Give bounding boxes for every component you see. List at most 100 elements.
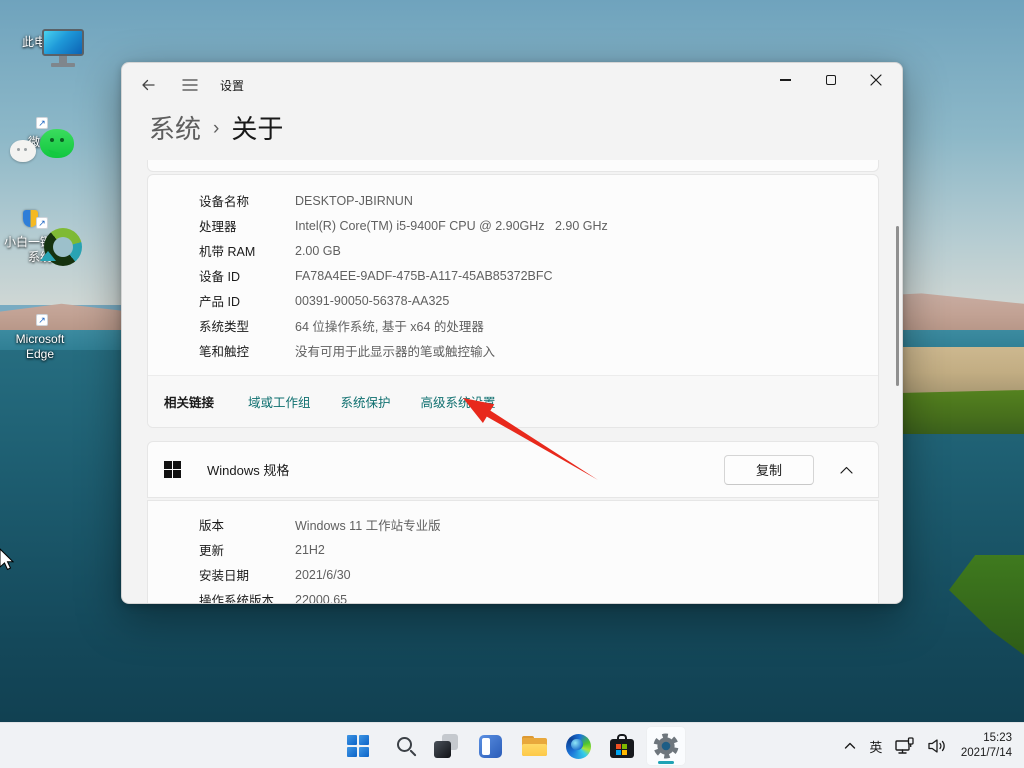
spec-label: 设备名称 — [199, 191, 295, 210]
network-button[interactable] — [889, 726, 921, 766]
back-arrow-icon — [140, 77, 156, 93]
windows-spec-rows-card: 版本Windows 11 工作站专业版 更新21H2 安装日期2021/6/30… — [147, 500, 879, 604]
maximize-button[interactable] — [808, 65, 853, 95]
active-app-indicator — [658, 761, 674, 764]
breadcrumb-separator-icon: › — [213, 115, 219, 140]
speaker-icon — [926, 736, 948, 756]
spec-value: FA78A4EE-9ADF-475B-A117-45AB85372BFC — [295, 269, 553, 283]
spec-row: 操作系统版本22000.65 — [148, 587, 878, 604]
task-view-button[interactable] — [426, 726, 466, 766]
windows-start-icon — [347, 735, 369, 757]
spec-value: 2.00 GB — [295, 244, 341, 258]
edge-button[interactable] — [558, 726, 598, 766]
spec-value: 00391-90050-56378-AA325 — [295, 294, 449, 308]
related-links-label: 相关链接 — [164, 392, 214, 411]
mouse-cursor — [0, 548, 16, 572]
settings-window: 设置 系统 › 关于 设备名称DESKTOP-JBIRNUN 处理器Intel(… — [121, 62, 903, 604]
minimize-button[interactable] — [763, 65, 808, 95]
desktop-icon-wechat[interactable]: ↗ 微信 — [0, 114, 80, 150]
maximize-icon — [826, 75, 836, 85]
collapse-expander-button[interactable] — [829, 455, 863, 485]
link-advanced-system-settings[interactable]: 高级系统设置 — [421, 392, 496, 411]
spec-row: 更新21H2 — [148, 537, 878, 562]
store-button[interactable] — [602, 726, 642, 766]
desktop-icon-this-pc[interactable]: 此电脑 — [0, 14, 80, 50]
spec-row: 产品 ID00391-90050-56378-AA325 — [148, 288, 878, 313]
page-title: 关于 — [231, 109, 283, 146]
hidden-icons-button[interactable] — [837, 726, 863, 766]
spec-label: 产品 ID — [199, 291, 295, 310]
date-label: 2021/7/14 — [961, 746, 1012, 761]
spec-label: 操作系统版本 — [199, 590, 295, 604]
spec-label: 机带 RAM — [199, 241, 295, 260]
link-domain-or-workgroup[interactable]: 域或工作组 — [248, 392, 311, 411]
navigation-menu-button[interactable] — [174, 72, 206, 98]
folder-icon — [522, 736, 547, 756]
titlebar: 设置 — [122, 63, 902, 105]
shortcut-arrow-icon: ↗ — [36, 217, 48, 229]
volume-button[interactable] — [921, 726, 953, 766]
file-explorer-button[interactable] — [514, 726, 554, 766]
spec-label: 处理器 — [199, 216, 295, 235]
spec-label: 笔和触控 — [199, 341, 295, 360]
widgets-icon — [479, 735, 502, 758]
breadcrumb-section[interactable]: 系统 — [149, 109, 201, 146]
link-system-protection[interactable]: 系统保护 — [341, 392, 391, 411]
spec-row: 笔和触控没有可用于此显示器的笔或触控输入 — [148, 338, 878, 363]
shortcut-arrow-icon: ↗ — [36, 117, 48, 129]
widgets-button[interactable] — [470, 726, 510, 766]
device-specs-card: 设备名称DESKTOP-JBIRNUN 处理器Intel(R) Core(TM)… — [147, 174, 879, 428]
settings-gear-icon — [652, 732, 680, 760]
ime-indicator[interactable]: 英 — [863, 726, 889, 766]
spec-row: 版本Windows 11 工作站专业版 — [148, 512, 878, 537]
spec-label: 更新 — [199, 540, 295, 559]
chevron-up-icon — [843, 739, 857, 753]
spec-row: 安装日期2021/6/30 — [148, 562, 878, 587]
hamburger-icon — [182, 78, 198, 92]
spec-value: Windows 11 工作站专业版 — [295, 515, 441, 534]
window-scrollbar[interactable] — [896, 226, 899, 386]
about-content: 设备名称DESKTOP-JBIRNUN 处理器Intel(R) Core(TM)… — [147, 160, 879, 604]
spec-value: 2021/6/30 — [295, 568, 351, 582]
spec-label: 系统类型 — [199, 316, 295, 335]
spec-value: 没有可用于此显示器的笔或触控输入 — [295, 341, 495, 360]
start-button[interactable] — [338, 726, 378, 766]
minimize-icon — [780, 79, 791, 80]
related-links-row: 相关链接 域或工作组 系统保护 高级系统设置 — [148, 375, 878, 427]
spec-row: 处理器Intel(R) Core(TM) i5-9400F CPU @ 2.90… — [148, 213, 878, 238]
edge-icon — [566, 734, 591, 759]
app-title: 设置 — [220, 77, 244, 94]
spec-row: 机带 RAM2.00 GB — [148, 238, 878, 263]
ethernet-icon — [894, 736, 916, 756]
desktop: 此电脑 ↗ 微信 ↗ 小白一键重装 系统 — [0, 0, 1024, 768]
spec-value: 22000.65 — [295, 593, 347, 605]
shortcut-arrow-icon: ↗ — [36, 314, 48, 326]
desktop-icon-xiaobai[interactable]: ↗ 小白一键重装 系统 — [0, 214, 80, 265]
settings-button[interactable] — [646, 726, 686, 766]
spec-value: DESKTOP-JBIRNUN — [295, 194, 413, 208]
ime-language-label: 英 — [869, 737, 882, 756]
desktop-icon-edge[interactable]: ↗ Microsoft Edge — [0, 311, 80, 362]
spec-label: 版本 — [199, 515, 295, 534]
spec-value: Intel(R) Core(TM) i5-9400F CPU @ 2.90GHz… — [295, 219, 608, 233]
spec-row: 设备名称DESKTOP-JBIRNUN — [148, 188, 878, 213]
search-icon — [397, 737, 412, 752]
close-button[interactable] — [853, 65, 898, 95]
windows-spec-header[interactable]: Windows 规格 复制 — [147, 441, 879, 498]
spec-label: 安装日期 — [199, 565, 295, 584]
spec-row: 设备 IDFA78A4EE-9ADF-475B-A117-45AB85372BF… — [148, 263, 878, 288]
breadcrumb: 系统 › 关于 — [149, 109, 902, 146]
spec-value: 21H2 — [295, 543, 325, 557]
windows-logo-icon — [164, 461, 181, 478]
clock[interactable]: 15:23 2021/7/14 — [953, 731, 1018, 761]
copy-button[interactable]: 复制 — [724, 455, 814, 485]
taskbar: 英 15:23 2021/7/14 — [0, 722, 1024, 768]
windows-spec-title: Windows 规格 — [207, 460, 724, 479]
search-button[interactable] — [382, 726, 422, 766]
desktop-icon-label: Microsoft — [0, 332, 80, 347]
spec-value: 64 位操作系统, 基于 x64 的处理器 — [295, 316, 484, 335]
scrolled-card-remnant — [147, 160, 879, 172]
back-button[interactable] — [132, 72, 164, 98]
task-view-icon — [434, 734, 458, 758]
time-label: 15:23 — [961, 731, 1012, 746]
